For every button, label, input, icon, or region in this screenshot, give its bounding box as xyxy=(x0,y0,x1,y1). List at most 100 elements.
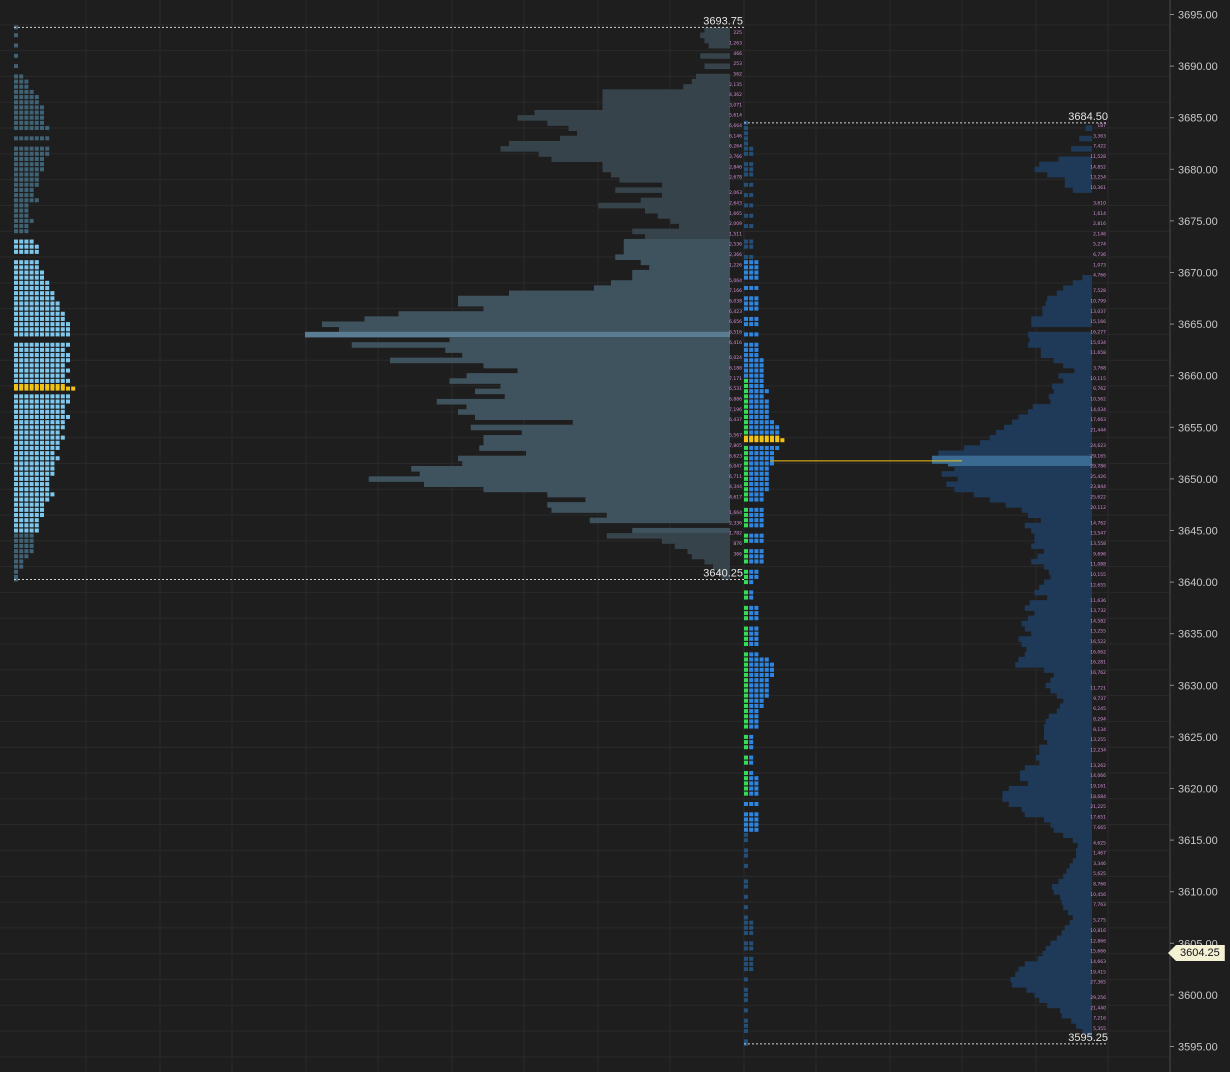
tpo-block xyxy=(40,126,44,131)
tpo-block xyxy=(754,523,759,528)
tpo-block xyxy=(55,363,60,368)
tpo-block xyxy=(29,151,34,156)
tpo-block xyxy=(50,378,55,383)
tpo-block xyxy=(60,342,65,347)
tpo-block xyxy=(749,275,754,280)
tpo-block xyxy=(754,378,759,383)
volume-bar xyxy=(1044,816,1092,823)
tpo-block xyxy=(749,384,754,389)
tpo-block xyxy=(24,378,29,383)
tpo-block xyxy=(744,301,748,306)
tpo-block xyxy=(744,172,748,177)
tpo-block xyxy=(754,285,759,290)
tpo-block xyxy=(45,420,50,425)
tpo-block xyxy=(744,987,748,992)
tpo-block xyxy=(744,224,748,229)
tpo-block xyxy=(764,466,769,471)
volume-bar xyxy=(1045,300,1092,307)
tpo-block xyxy=(14,327,18,332)
tpo-block xyxy=(40,409,44,414)
volume-bar xyxy=(1063,873,1092,880)
volume-bar xyxy=(1002,796,1092,802)
volume-bar xyxy=(1047,171,1092,178)
tpo-block xyxy=(770,667,774,672)
tpo-block xyxy=(29,363,34,368)
volume-label: 13,254 xyxy=(1090,175,1106,181)
tpo-block xyxy=(34,373,39,378)
volume-bar xyxy=(632,228,730,235)
tpo-block xyxy=(66,386,70,391)
tpo-block xyxy=(29,296,34,301)
tpo-block xyxy=(24,301,29,306)
tpo-block xyxy=(24,167,29,172)
volume-bar xyxy=(679,223,730,230)
tpo-block xyxy=(749,193,754,198)
volume-label: 6,146 xyxy=(729,133,742,139)
tpo-block xyxy=(754,791,759,796)
volume-bar xyxy=(572,419,730,426)
tpo-block xyxy=(14,84,18,89)
tpo-block xyxy=(19,399,24,404)
tpo-block xyxy=(744,724,748,729)
tpo-block xyxy=(29,162,34,167)
tpo-block xyxy=(34,502,39,507)
tpo-block xyxy=(55,394,60,399)
tpo-block xyxy=(749,693,754,698)
tpo-block xyxy=(19,523,24,528)
tpo-block xyxy=(749,430,754,435)
tpo-block xyxy=(45,136,50,141)
volume-bar xyxy=(1018,656,1092,663)
tpo-block xyxy=(19,322,24,327)
axis-tick-label: 3625.00 xyxy=(1178,732,1218,744)
volume-bar xyxy=(1039,161,1092,168)
tpo-block xyxy=(50,471,55,476)
tpo-block xyxy=(19,79,24,84)
volume-label: 15,034 xyxy=(1090,340,1106,346)
axis-tick-label: 3685.00 xyxy=(1178,113,1218,125)
tpo-block xyxy=(60,311,65,316)
tpo-block xyxy=(40,110,44,115)
tpo-block xyxy=(50,440,55,445)
tpo-block xyxy=(749,574,754,579)
tpo-block xyxy=(29,378,34,383)
volume-bar xyxy=(1028,512,1092,518)
volume-bar xyxy=(1061,1012,1092,1019)
tpo-block xyxy=(40,404,44,409)
tpo-block xyxy=(66,322,70,327)
market-profile-chart[interactable]: 225 1,263 466 253 562 2,135 4,362 3,071 5,614 6,6… xyxy=(0,0,1230,1072)
tpo-block xyxy=(744,776,748,781)
volume-bar xyxy=(458,295,730,302)
axis-tick-label: 3600.00 xyxy=(1178,990,1218,1002)
tpo-block xyxy=(40,342,44,347)
tpo-block xyxy=(19,471,24,476)
tpo-block xyxy=(29,523,34,528)
tpo-block xyxy=(19,358,24,363)
axis-tick-label: 3695.00 xyxy=(1178,10,1218,22)
tpo-block xyxy=(744,420,748,425)
volume-bar xyxy=(989,496,1092,503)
tpo-block xyxy=(45,373,50,378)
tpo-block xyxy=(764,399,769,404)
volume-bar xyxy=(1053,672,1092,678)
volume-bar xyxy=(577,130,730,137)
volume-label: 187 xyxy=(1097,123,1106,129)
tpo-block xyxy=(40,487,44,492)
tpo-block xyxy=(45,425,50,430)
tpo-block xyxy=(749,771,754,776)
tpo-block xyxy=(45,430,50,435)
volume-bar xyxy=(534,109,730,116)
tpo-block xyxy=(55,425,60,430)
tpo-block xyxy=(19,162,24,167)
tpo-block xyxy=(19,461,24,466)
tpo-block xyxy=(749,425,754,430)
tpo-block xyxy=(744,378,748,383)
tpo-block xyxy=(749,538,754,543)
volume-label: 7,665 xyxy=(1093,825,1106,831)
tpo-block xyxy=(45,151,50,156)
tpo-block xyxy=(34,100,39,105)
volume-bar xyxy=(957,476,1092,482)
tpo-block xyxy=(749,368,754,373)
tpo-block xyxy=(14,394,18,399)
volume-label: 3,346 xyxy=(1093,861,1106,867)
tpo-block xyxy=(759,492,764,497)
